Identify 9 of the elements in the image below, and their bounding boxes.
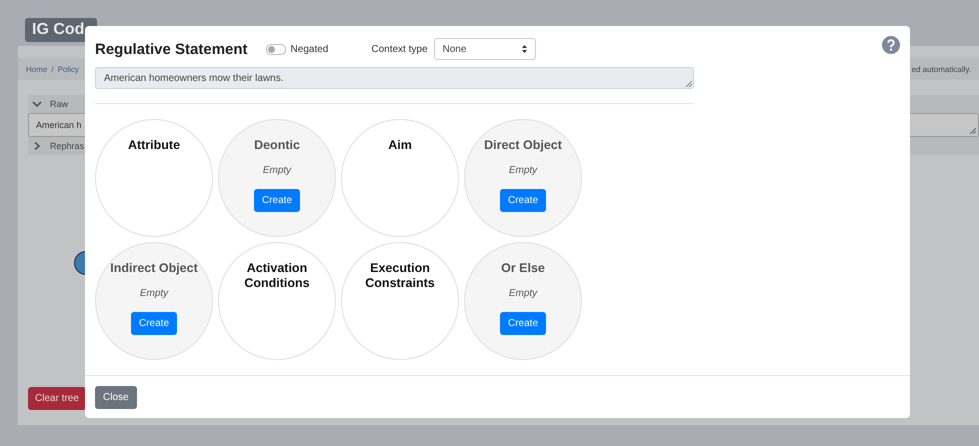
empty-label: Empty (140, 288, 168, 299)
modal-title: Regulative Statement (95, 40, 248, 58)
context-type-label: Context type (371, 44, 428, 54)
breadcrumb-separator: / (51, 64, 54, 74)
empty-label: Empty (508, 288, 538, 299)
empty-label: Empty (508, 165, 538, 176)
negated-label: Negated (290, 44, 328, 54)
notice-text: ed automatically. (912, 64, 971, 74)
empty-label: Empty (262, 165, 292, 176)
